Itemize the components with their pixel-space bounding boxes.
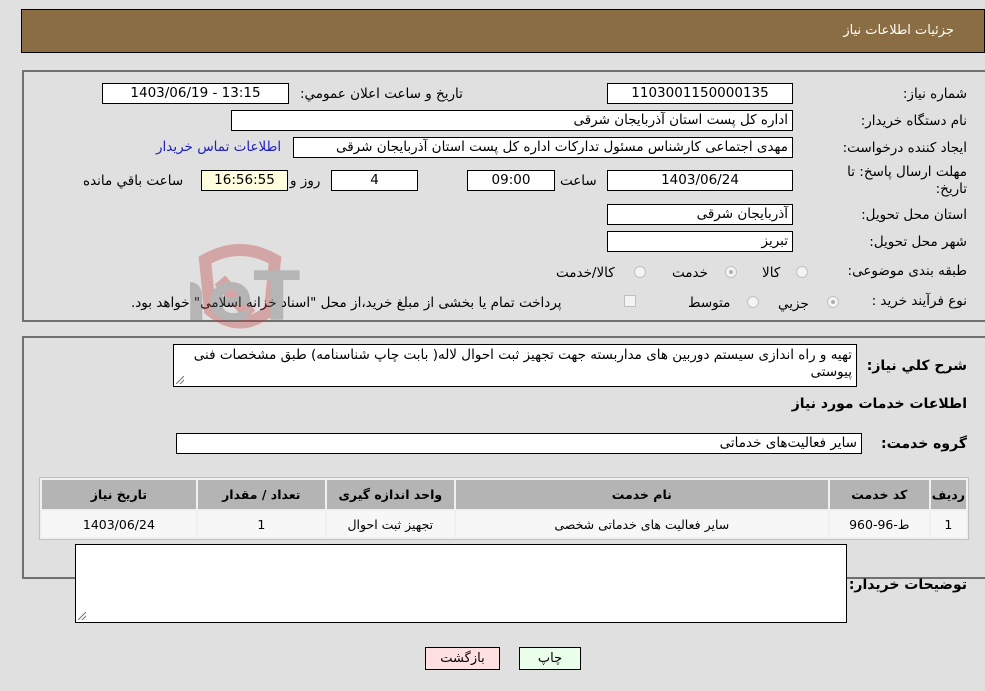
buyer-org-field: اداره کل پست استان آذربایجان شرقی [231,110,793,131]
cell-service-name: سایر فعالیت های خدماتی شخصی [455,511,828,537]
services-table: ردیف کد خدمت نام خدمت واحد اندازه گیری ت… [39,477,969,540]
category-service-radio[interactable] [725,266,737,278]
col-need-date: تاریخ نیاز [42,480,196,509]
buyer-notes-textarea[interactable] [75,544,847,623]
treasury-note: پرداخت تمام یا بخشی از مبلغ خرید،از محل … [131,295,562,311]
cell-service-code: ط-96-960 [829,511,929,537]
deadline-time-field: 09:00 [467,170,555,191]
resize-handle-icon[interactable] [176,376,184,384]
category-goods-label: کالا [762,265,781,281]
cell-quantity: 1 [197,511,325,537]
services-heading: اطلاعات خدمات مورد نیاز [791,396,967,412]
purchase-minor-radio[interactable] [827,296,839,308]
category-goods-radio[interactable] [796,266,808,278]
requester-field: مهدی اجتماعی کارشناس مسئول تدارکات اداره… [293,137,793,158]
deadline-label: مهلت ارسال پاسخ: تا تاریخ: [847,164,967,197]
buyer-org-label: نام دستگاه خریدار: [860,113,967,129]
category-label: طبقه بندی موضوعی: [847,263,967,279]
need-number-label: شماره نیاز: [902,86,967,102]
purchase-minor-label: جزيي [778,296,809,312]
days-label: روز و [290,173,321,189]
need-number-field: 1103001150000135 [607,83,793,104]
table-header-row: ردیف کد خدمت نام خدمت واحد اندازه گیری ت… [42,480,966,509]
back-button[interactable]: بازگشت [425,647,500,670]
col-quantity: تعداد / مقدار [197,480,325,509]
description-text: تهیه و راه اندازی سیستم دوربین های مدارب… [193,347,852,380]
category-service-label: خدمت [672,265,708,281]
delivery-city-field: تبریز [607,231,793,252]
purchase-medium-label: متوسط [688,295,731,311]
purchase-type-label: نوع فرآیند خرید : [871,293,967,309]
service-group-label: گروه خدمت: [881,436,967,452]
col-service-name: نام خدمت [455,480,828,509]
delivery-province-field: آذربایجان شرقی [607,204,793,225]
treasury-checkbox[interactable] [624,295,636,307]
resize-handle-icon[interactable] [78,612,86,620]
service-group-field: سایر فعالیت‌های خدماتی [176,433,862,454]
description-label: شرح كلي نياز: [866,358,967,374]
buyer-notes-label: توضیحات خریدار: [848,577,967,593]
cell-need-date: 1403/06/24 [42,511,196,537]
time-remaining-label: ساعت باقي مانده [83,173,184,189]
delivery-province-label: استان محل تحویل: [861,207,967,223]
cell-row-number: 1 [930,511,966,537]
col-service-code: کد خدمت [829,480,929,509]
category-goods-service-radio[interactable] [634,266,646,278]
cell-unit: تجهیز ثبت احوال [326,511,454,537]
page-header: جزئیات اطلاعات نیاز [21,9,985,53]
requester-label: ایجاد کننده درخواست: [842,140,967,156]
buyer-contact-link[interactable]: اطلاعات تماس خریدار [156,139,281,155]
purchase-medium-radio[interactable] [747,296,759,308]
col-row-number: ردیف [930,480,966,509]
days-remaining-field: 4 [331,170,418,191]
time-remaining-field: 16:56:55 [201,170,288,191]
deadline-date-field: 1403/06/24 [607,170,793,191]
announce-datetime-label: تاریخ و ساعت اعلان عمومي: [300,86,463,102]
description-textarea[interactable]: تهیه و راه اندازی سیستم دوربین های مدارب… [173,344,857,387]
col-unit: واحد اندازه گیری [326,480,454,509]
print-button[interactable]: چاپ [519,647,581,670]
page-title: جزئیات اطلاعات نیاز [843,23,954,38]
deadline-time-label: ساعت [560,173,597,189]
delivery-city-label: شهر محل تحویل: [869,234,967,250]
table-row: 1 ط-96-960 سایر فعالیت های خدماتی شخصی ت… [42,511,966,537]
announce-datetime-field: 1403/06/19 - 13:15 [102,83,289,104]
category-goods-service-label: کالا/خدمت [556,265,615,281]
